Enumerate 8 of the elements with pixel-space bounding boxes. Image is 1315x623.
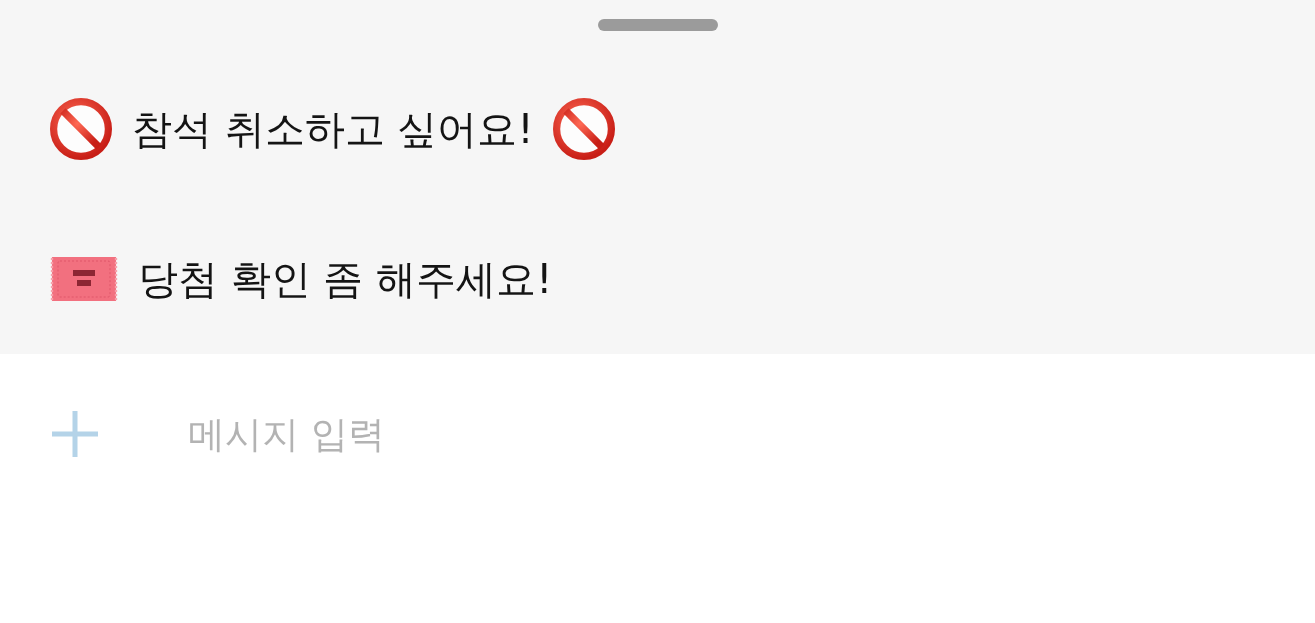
prohibited-icon bbox=[50, 98, 112, 160]
quick-reply-button[interactable]: 당첨 확인 좀 해주세요! bbox=[50, 255, 553, 303]
message-input[interactable]: 메시지 입력 bbox=[188, 409, 1255, 459]
drag-handle[interactable] bbox=[597, 19, 718, 31]
prohibited-icon bbox=[553, 98, 616, 160]
plus-icon[interactable] bbox=[52, 411, 98, 457]
ticket-icon bbox=[50, 255, 118, 303]
quick-reply-button[interactable]: 참석 취소하고 싶어요! bbox=[50, 98, 616, 160]
